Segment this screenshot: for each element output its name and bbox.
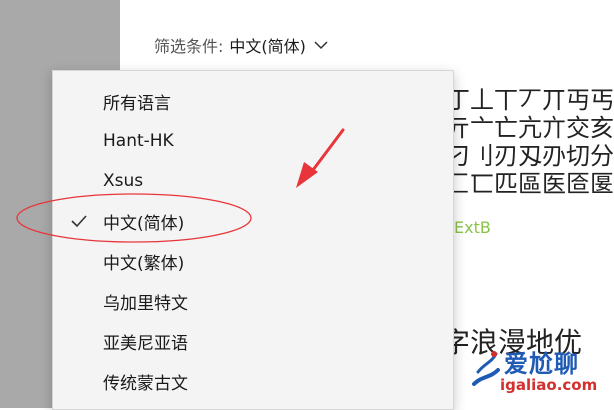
glyph-row: 丁丄丅丆丌丏丐丑 bbox=[446, 86, 614, 114]
filter-bar[interactable]: 筛选条件: 中文(简体) bbox=[154, 30, 328, 60]
menu-item-label: 亚美尼亚语 bbox=[103, 333, 188, 354]
check-icon bbox=[71, 213, 87, 233]
watermark: 爱尬聊 igaliao.com bbox=[470, 344, 610, 400]
menu-item-label: 乌加里特文 bbox=[103, 293, 188, 314]
menu-item-traditional-mongolian[interactable]: 传统蒙古文 bbox=[53, 361, 453, 401]
menu-item-armenian[interactable]: 亚美尼亚语 bbox=[53, 321, 453, 361]
glyph-row: 匚匸匹區医匼匽匾 bbox=[446, 170, 614, 198]
menu-item-label: 所有语言 bbox=[103, 93, 171, 114]
watermark-title: 爱尬聊 bbox=[504, 350, 579, 378]
watermark-url: igaliao.com bbox=[500, 376, 598, 394]
filter-label: 筛选条件: bbox=[154, 37, 224, 56]
menu-item-all-languages[interactable]: 所有语言 bbox=[53, 81, 453, 121]
menu-item-label: 中文(繁体) bbox=[103, 253, 185, 274]
menu-item-xsus[interactable]: Xsus bbox=[53, 161, 453, 201]
menu-item-label: Xsus bbox=[103, 171, 144, 191]
watermark-logo-icon bbox=[472, 351, 500, 386]
menu-item-ugaritic[interactable]: 乌加里特文 bbox=[53, 281, 453, 321]
chevron-down-icon[interactable] bbox=[314, 40, 328, 50]
language-dropdown[interactable]: 所有语言 Hant-HK Xsus 中文(简体) 中文(繁体) 乌加里特文 亚美… bbox=[52, 70, 454, 410]
glyph-row: 亓亠亡亢亣交亥亦 bbox=[446, 114, 614, 142]
menu-item-label: Hant-HK bbox=[103, 131, 174, 151]
menu-item-label: 传统蒙古文 bbox=[103, 373, 188, 394]
menu-item-chinese-traditional[interactable]: 中文(繁体) bbox=[53, 241, 453, 281]
menu-item-label: 中文(简体) bbox=[103, 213, 185, 234]
glyph-row: 刁刂刃刄刅切分刈 bbox=[446, 142, 614, 170]
filter-value[interactable]: 中文(简体) bbox=[229, 33, 306, 57]
menu-item-chinese-simplified[interactable]: 中文(简体) bbox=[53, 201, 453, 241]
character-grid: 丁丄丅丆丌丏丐丑 亓亠亡亢亣交亥亦 刁刂刃刄刅切分刈 匚匸匹區医匼匽匾 bbox=[446, 86, 614, 198]
font-range-label: ExtB bbox=[454, 218, 491, 237]
menu-item-hant-hk[interactable]: Hant-HK bbox=[53, 121, 453, 161]
